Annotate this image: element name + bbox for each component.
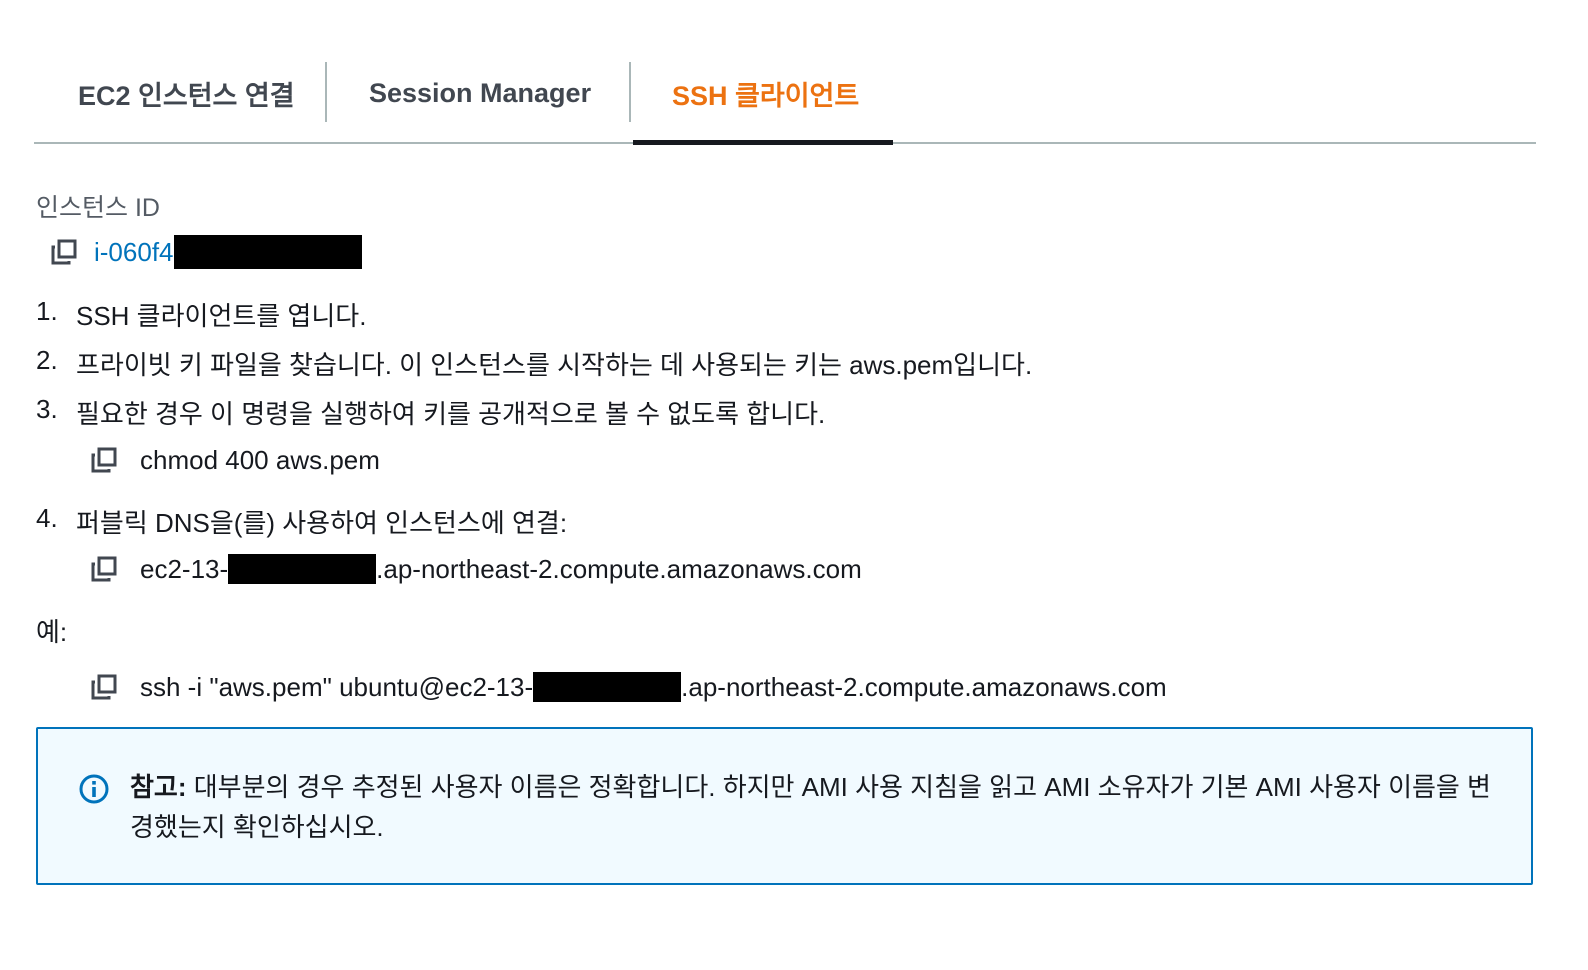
tab-session-manager[interactable]: Session Manager [327, 50, 629, 142]
chmod-command-row: chmod 400 aws.pem [90, 442, 380, 478]
tab-label: SSH 클라이언트 [672, 80, 860, 111]
tab-ec2-instance-connect[interactable]: EC2 인스턴스 연결 [34, 50, 325, 142]
instance-id-link[interactable]: i-060f4 [94, 237, 174, 268]
copy-icon[interactable] [50, 238, 78, 266]
step-text: 퍼블릭 DNS을(를) 사용하여 인스턴스에 연결: [76, 508, 568, 538]
instance-id-label: 인스턴스 ID [36, 194, 160, 222]
step-number: 1. [36, 296, 58, 326]
list-item: 3. 필요한 경우 이 명령을 실행하여 키를 공개적으로 볼 수 없도록 합니… [36, 394, 825, 431]
step-text: SSH 클라이언트를 엽니다. [76, 301, 367, 331]
info-alert: 참고: 대부분의 경우 추정된 사용자 이름은 정확합니다. 하지만 AMI 사… [36, 727, 1533, 885]
public-dns-suffix: .ap-northeast-2.compute.amazonaws.com [376, 553, 862, 584]
tab-bar: EC2 인스턴스 연결 Session Manager SSH 클라이언트 [34, 50, 1536, 145]
chmod-command: chmod 400 aws.pem [140, 444, 380, 475]
ssh-command-row: ssh -i "aws.pem" ubuntu@ec2-13- .ap-nort… [90, 669, 1167, 705]
alert-title: 참고: [130, 772, 187, 802]
alert-body: 대부분의 경우 추정된 사용자 이름은 정확합니다. 하지만 AMI 사용 지침… [130, 772, 1491, 842]
copy-icon[interactable] [90, 446, 118, 474]
public-dns-prefix: ec2-13- [140, 553, 229, 584]
step-text: 필요한 경우 이 명령을 실행하여 키를 공개적으로 볼 수 없도록 합니다. [76, 399, 826, 429]
ssh-command-suffix: .ap-northeast-2.compute.amazonaws.com [681, 671, 1167, 702]
alert-text: 참고: 대부분의 경우 추정된 사용자 이름은 정확합니다. 하지만 AMI 사… [130, 767, 1500, 847]
step-number: 3. [36, 394, 58, 424]
list-item: 1. SSH 클라이언트를 엽니다. [36, 296, 366, 333]
redacted-block [173, 235, 362, 269]
list-item: 4. 퍼블릭 DNS을(를) 사용하여 인스턴스에 연결: [36, 503, 567, 540]
tab-label: EC2 인스턴스 연결 [78, 80, 295, 111]
redacted-block [228, 554, 377, 584]
example-label: 예: [36, 617, 68, 647]
copy-icon[interactable] [90, 673, 118, 701]
tab-ssh-client[interactable]: SSH 클라이언트 [631, 50, 893, 145]
tab-label: Session Manager [369, 77, 592, 108]
list-item: 2. 프라이빗 키 파일을 찾습니다. 이 인스턴스를 시작하는 데 사용되는 … [36, 345, 1032, 382]
copy-icon[interactable] [90, 555, 118, 583]
public-dns-row: ec2-13- .ap-northeast-2.compute.amazonaw… [90, 551, 862, 587]
step-number: 4. [36, 503, 58, 533]
step-number: 2. [36, 345, 58, 375]
ssh-command-prefix: ssh -i "aws.pem" ubuntu@ec2-13- [140, 671, 534, 702]
instance-id-row: i-060f4 [50, 234, 362, 270]
step-text: 프라이빗 키 파일을 찾습니다. 이 인스턴스를 시작하는 데 사용되는 키는 … [76, 350, 1033, 380]
redacted-block [533, 672, 682, 702]
info-icon [78, 773, 110, 805]
